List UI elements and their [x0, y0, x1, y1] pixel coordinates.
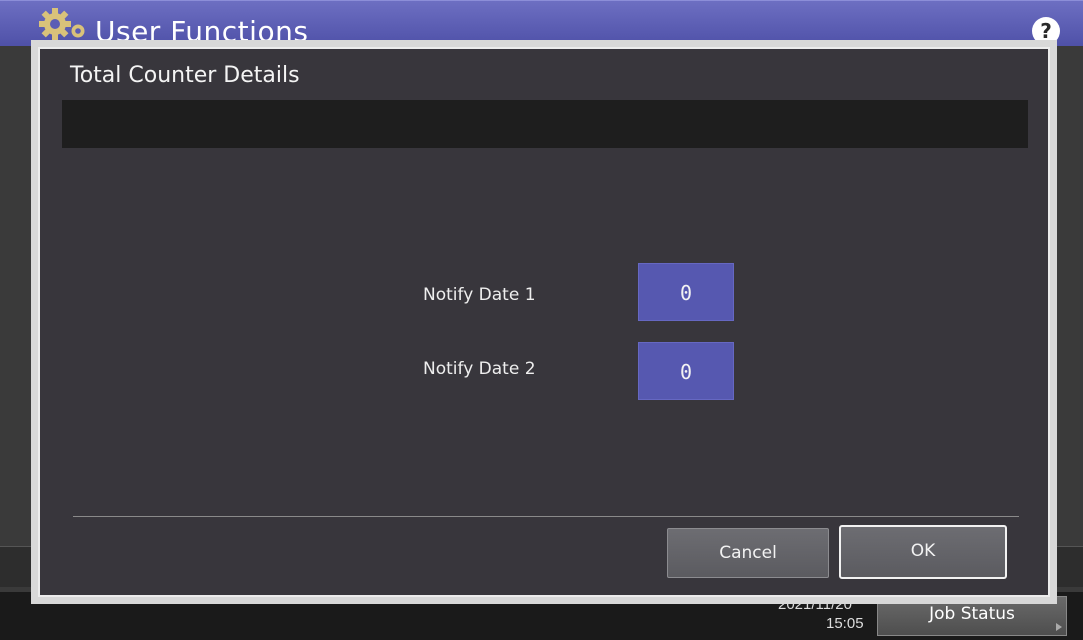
small-gear-icon: [71, 24, 85, 38]
dialog-divider: [73, 516, 1019, 517]
notify-date-1-label: Notify Date 1: [423, 285, 536, 305]
gear-icon: [39, 8, 71, 40]
dialog-header-band: [62, 100, 1028, 148]
arrow-right-icon: [1056, 623, 1062, 631]
cancel-button[interactable]: Cancel: [667, 528, 829, 578]
status-time: 15:05: [826, 615, 864, 632]
total-counter-details-dialog: Total Counter Details Notify Date 1 0 No…: [38, 47, 1050, 597]
notify-date-2-label: Notify Date 2: [423, 359, 536, 379]
job-status-label: Job Status: [929, 604, 1015, 624]
dialog-title: Total Counter Details: [70, 63, 300, 88]
notify-date-1-field[interactable]: 0: [638, 263, 734, 321]
notify-date-2-field[interactable]: 0: [638, 342, 734, 400]
ok-button[interactable]: OK: [839, 525, 1007, 579]
